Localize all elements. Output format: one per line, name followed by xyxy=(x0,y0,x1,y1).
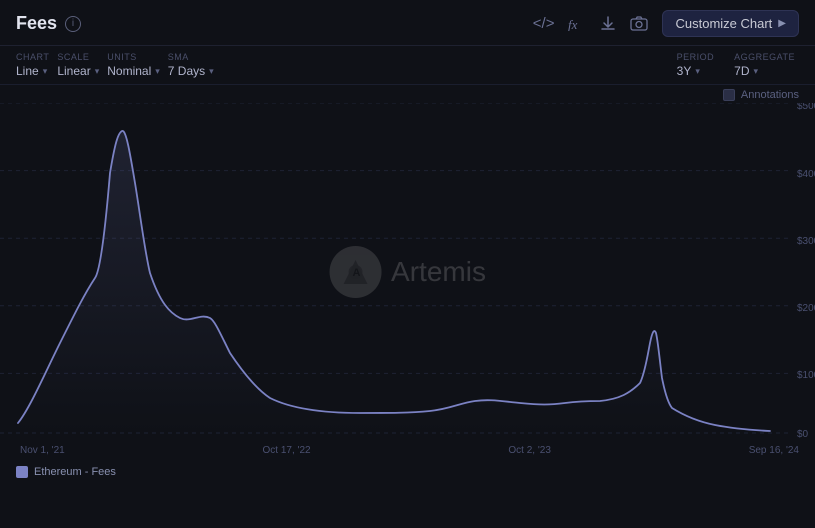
code-icon[interactable]: </> xyxy=(533,15,555,32)
legend: Ethereum - Fees xyxy=(0,460,815,484)
x-label-3: Oct 2, '23 xyxy=(508,445,551,456)
camera-icon[interactable] xyxy=(630,16,648,31)
svg-text:$0: $0 xyxy=(797,429,809,440)
scale-select[interactable]: Linear ▾ xyxy=(57,64,99,78)
scale-label: SCALE xyxy=(57,52,99,62)
chevron-down-icon: ▾ xyxy=(155,66,160,77)
period-label: PERIOD xyxy=(677,52,715,62)
period-group: PERIOD 3Y ▾ AGGREGATE 7D ▾ xyxy=(677,52,799,78)
x-label-4: Sep 16, '24 xyxy=(749,445,799,456)
customize-chart-button[interactable]: Customize Chart ▶ xyxy=(662,10,799,37)
sma-control: SMA 7 Days ▾ xyxy=(168,52,214,78)
header: Fees i </> fx Customize Chart ▶ xyxy=(0,0,815,46)
chart-label: CHART xyxy=(16,52,49,62)
svg-text:fx: fx xyxy=(568,17,578,31)
svg-text:$100M: $100M xyxy=(797,370,815,381)
chevron-down-icon: ▾ xyxy=(209,66,214,77)
chevron-down-icon: ▾ xyxy=(695,66,700,77)
chevron-down-icon: ▾ xyxy=(43,66,48,77)
svg-text:$500M: $500M xyxy=(797,103,815,112)
sma-label: SMA xyxy=(168,52,214,62)
scale-control: SCALE Linear ▾ xyxy=(57,52,99,78)
x-label-2: Oct 17, '22 xyxy=(263,445,311,456)
chevron-down-icon: ▾ xyxy=(754,66,759,77)
chevron-right-icon: ▶ xyxy=(778,18,786,29)
chart-control: CHART Line ▾ xyxy=(16,52,49,78)
download-icon[interactable] xyxy=(600,16,616,32)
info-icon[interactable]: i xyxy=(65,16,81,32)
sma-select[interactable]: 7 Days ▾ xyxy=(168,64,214,78)
x-axis: Nov 1, '21 Oct 17, '22 Oct 2, '23 Sep 16… xyxy=(0,441,815,460)
chart-svg: $500M $400M $300M $200M $100M $0 xyxy=(0,103,815,441)
aggregate-select[interactable]: 7D ▾ xyxy=(734,64,795,78)
svg-text:$200M: $200M xyxy=(797,303,815,314)
svg-text:$400M: $400M xyxy=(797,169,815,180)
header-left: Fees i xyxy=(16,13,81,34)
header-right: </> fx Customize Chart ▶ xyxy=(533,10,799,37)
aggregate-control: AGGREGATE 7D ▾ xyxy=(734,52,795,78)
chart-select[interactable]: Line ▾ xyxy=(16,64,49,78)
svg-text:$300M: $300M xyxy=(797,236,815,247)
annotations-row: Annotations xyxy=(0,85,815,103)
units-control: UNITS Nominal ▾ xyxy=(107,52,160,78)
units-select[interactable]: Nominal ▾ xyxy=(107,64,160,78)
chevron-down-icon: ▾ xyxy=(95,66,100,77)
controls-bar: CHART Line ▾ SCALE Linear ▾ UNITS Nomina… xyxy=(0,46,815,85)
annotations-checkbox[interactable] xyxy=(723,89,735,101)
fx-icon[interactable]: fx xyxy=(568,17,586,31)
period-select[interactable]: 3Y ▾ xyxy=(677,64,715,78)
chart-area: $500M $400M $300M $200M $100M $0 A Artem… xyxy=(0,103,815,441)
period-control: PERIOD 3Y ▾ xyxy=(677,52,715,78)
annotations-toggle[interactable]: Annotations xyxy=(723,89,799,101)
legend-color-dot xyxy=(16,466,28,478)
units-label: UNITS xyxy=(107,52,160,62)
aggregate-label: AGGREGATE xyxy=(734,52,795,62)
x-label-1: Nov 1, '21 xyxy=(20,445,65,456)
page-title: Fees xyxy=(16,13,57,34)
legend-label: Ethereum - Fees xyxy=(34,466,116,478)
